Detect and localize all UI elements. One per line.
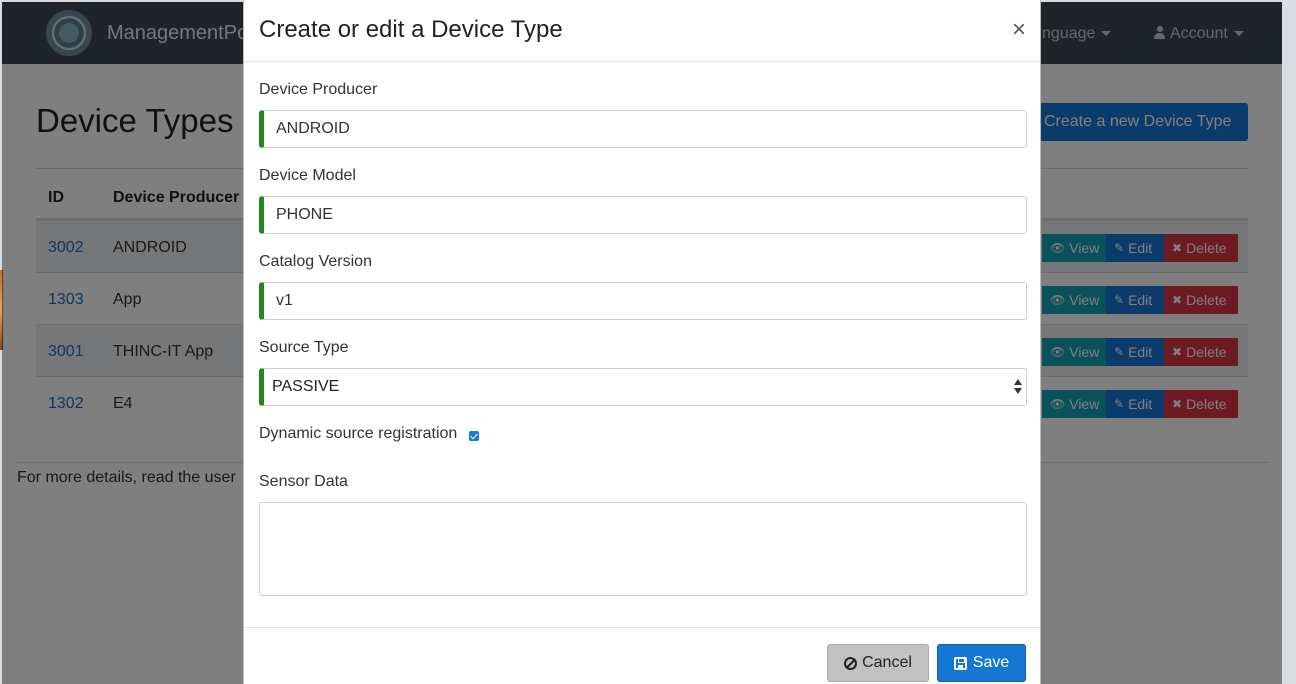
- save-button[interactable]: Save: [937, 644, 1026, 682]
- device-producer-input[interactable]: [259, 110, 1027, 148]
- dialog-header: Create or edit a Device Type ×: [244, 0, 1040, 62]
- floppy-disk-icon: [953, 656, 967, 670]
- cancel-button[interactable]: Cancel: [827, 644, 929, 682]
- dialog-footer: Cancel Save: [244, 627, 1040, 684]
- sensor-data-label: Sensor Data: [259, 473, 348, 490]
- device-producer-label: Device Producer: [259, 81, 378, 98]
- device-model-label: Device Model: [259, 167, 356, 184]
- source-type-label: Source Type: [259, 339, 349, 356]
- select-arrows-icon: [1014, 379, 1022, 395]
- source-type-value: PASSIVE: [272, 378, 340, 395]
- sensor-data-textarea[interactable]: [259, 502, 1027, 596]
- save-label: Save: [972, 654, 1010, 671]
- close-icon[interactable]: ×: [1008, 18, 1030, 42]
- dynamic-registration-checkbox[interactable]: [469, 431, 479, 441]
- cancel-label: Cancel: [862, 654, 912, 671]
- device-model-input[interactable]: [259, 196, 1027, 234]
- dialog-title: Create or edit a Device Type: [259, 16, 563, 43]
- dynamic-registration-label: Dynamic source registration: [259, 425, 458, 442]
- catalog-version-label: Catalog Version: [259, 253, 372, 270]
- catalog-version-input[interactable]: [259, 282, 1027, 320]
- ban-icon: [844, 656, 858, 670]
- device-type-dialog: Create or edit a Device Type × Device Pr…: [243, 0, 1041, 684]
- source-type-select[interactable]: PASSIVE: [259, 368, 1027, 406]
